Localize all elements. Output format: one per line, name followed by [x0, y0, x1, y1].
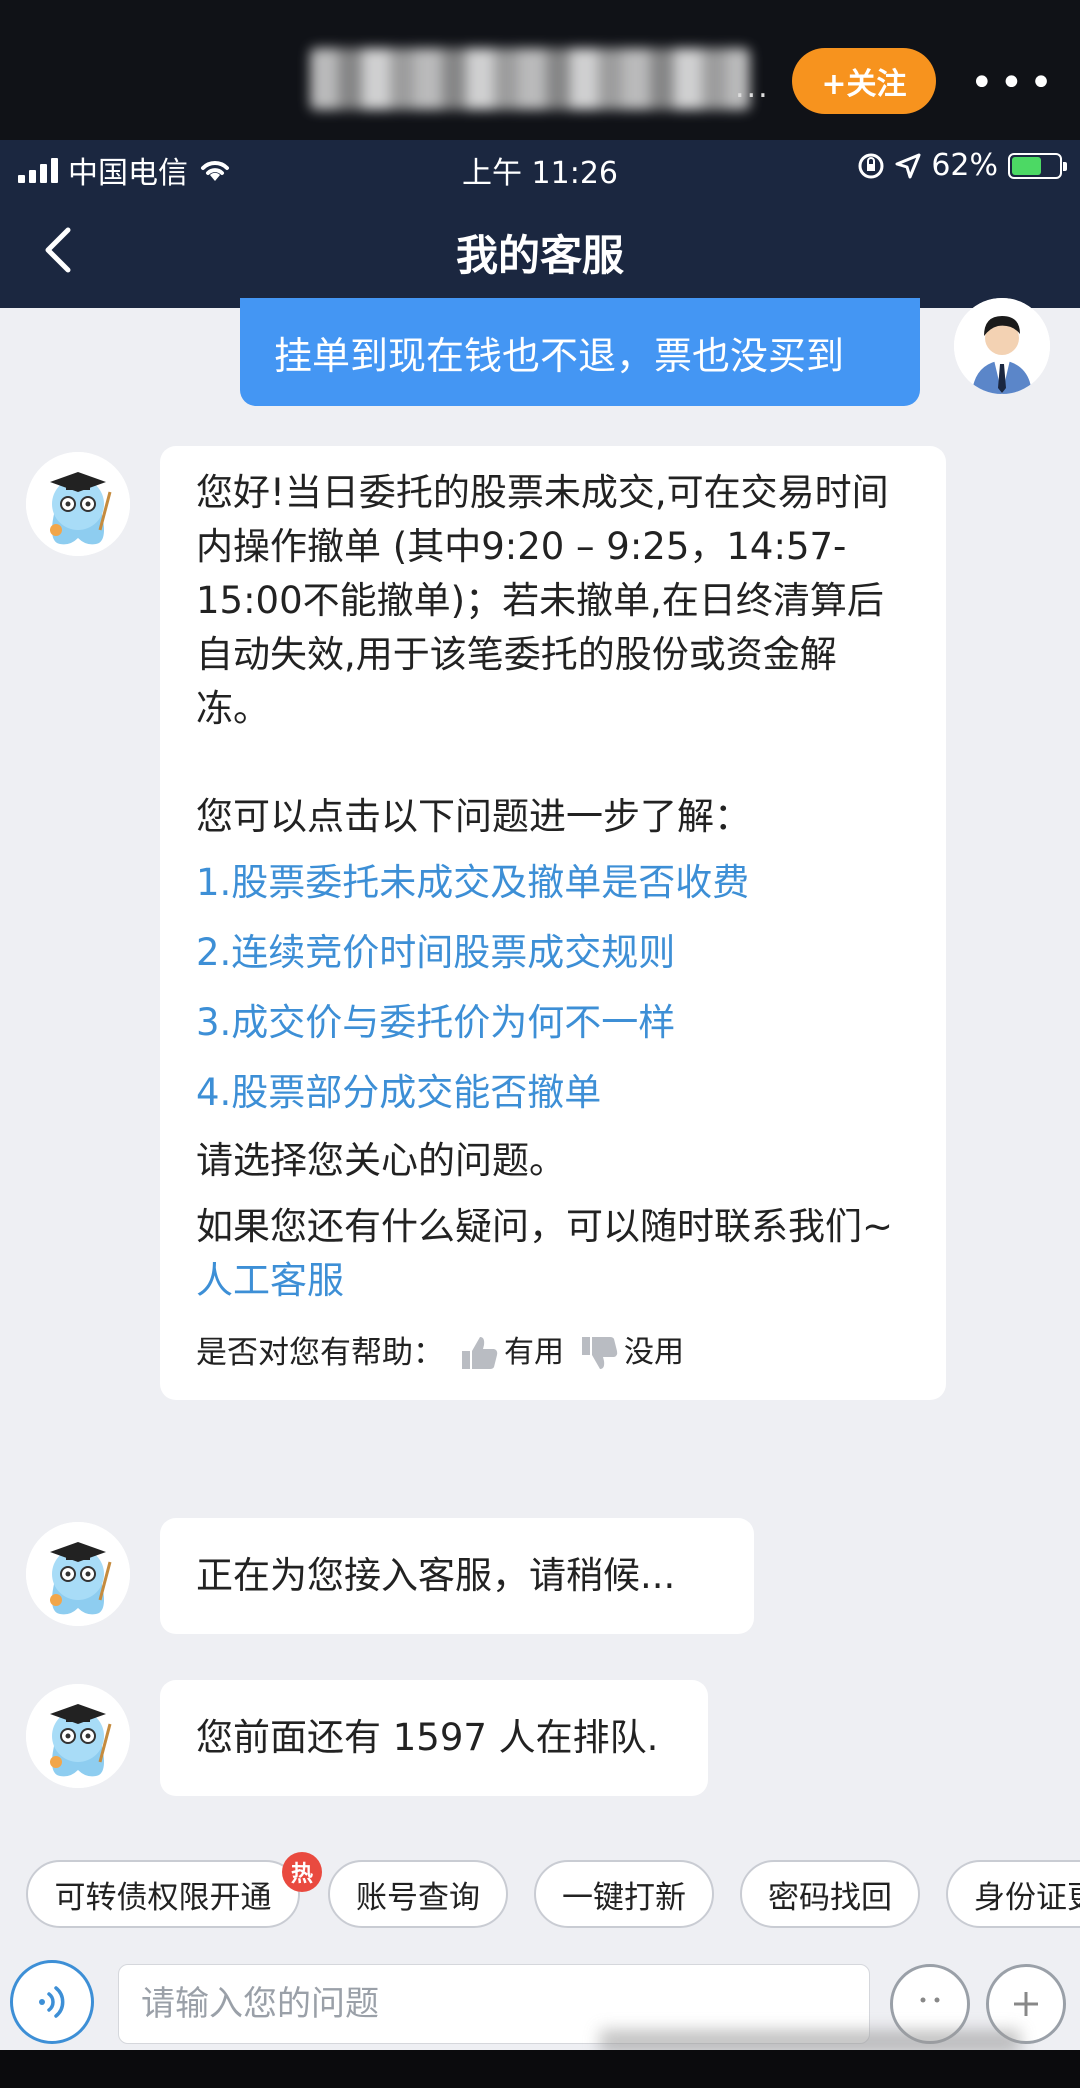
- hot-badge: 热: [282, 1852, 322, 1892]
- answer-intro-text: 您好!当日委托的股票未成交,可在交易时间内操作撤单 (其中9:20 – 9:25…: [196, 471, 889, 730]
- bot-message-queue: 您前面还有 1597 人在排队.: [160, 1680, 708, 1796]
- quick-reply-chip[interactable]: 可转债权限开通: [26, 1860, 300, 1928]
- quick-reply-bar: 可转债权限开通 热 账号查询 一键打新 密码找回 身份证更: [0, 1840, 1080, 1950]
- rotation-lock-icon: [858, 153, 884, 178]
- emoji-icon: [920, 1997, 940, 2003]
- user-message: 挂单到现在钱也不退，票也没买到: [240, 298, 920, 406]
- question-link[interactable]: 4.股票部分成交能否撤单: [196, 1058, 910, 1128]
- useful-label: 有用: [504, 1335, 564, 1370]
- quick-reply-chip[interactable]: 一键打新: [534, 1860, 714, 1928]
- location-icon: [895, 153, 921, 178]
- user-avatar: [954, 298, 1050, 394]
- plus-icon: [1014, 1992, 1038, 2016]
- more-prompt-text: 您可以点击以下问题进一步了解：: [196, 795, 751, 838]
- question-link[interactable]: 1.股票委托未成交及撤单是否收费: [196, 848, 910, 918]
- useless-button[interactable]: 没用: [580, 1326, 684, 1380]
- thumbs-up-icon: [462, 1337, 498, 1369]
- quick-reply-chip[interactable]: 账号查询: [328, 1860, 508, 1928]
- battery-icon: [1008, 152, 1067, 179]
- bot-avatar: [26, 1522, 130, 1626]
- voice-input-button[interactable]: [10, 1960, 94, 2044]
- battery-percent: 62%: [931, 148, 998, 183]
- quick-reply-chip[interactable]: 身份证更: [946, 1860, 1080, 1928]
- bot-message-connecting: 正在为您接入客服，请稍候...: [160, 1518, 754, 1634]
- question-link[interactable]: 2.连续竞价时间股票成交规则: [196, 918, 910, 988]
- bot-message-answer: 您好!当日委托的股票未成交,可在交易时间内操作撤单 (其中9:20 – 9:25…: [160, 446, 946, 1400]
- bot-avatar: [26, 1684, 130, 1788]
- nav-bar: 我的客服: [0, 192, 1080, 308]
- contact-text: 如果您还有什么疑问，可以随时联系我们~: [196, 1205, 894, 1248]
- contact-paragraph: 如果您还有什么疑问，可以随时联系我们~ 人工客服: [196, 1200, 910, 1308]
- thumbs-down-icon: [582, 1337, 618, 1369]
- choose-text: 请选择您关心的问题。: [196, 1139, 566, 1182]
- helpful-question: 是否对您有帮助：: [196, 1335, 444, 1371]
- name-ellipsis: ...: [735, 70, 770, 105]
- bottom-strip: [0, 2050, 1080, 2088]
- chat-area[interactable]: 挂单到现在钱也不退，票也没买到 您好!当日委托的股票未成交,可在交易时间内操作撤…: [0, 298, 1080, 1840]
- voice-wave-icon: [39, 1986, 65, 2018]
- status-bar: 中国电信 上午 11:26 62%: [0, 140, 1080, 192]
- question-link[interactable]: 3.成交价与委托价为何不一样: [196, 988, 910, 1058]
- page-title: 我的客服: [455, 231, 624, 280]
- quick-reply-chip[interactable]: 密码找回: [740, 1860, 920, 1928]
- more-options-icon[interactable]: •••: [970, 60, 1059, 106]
- useless-label: 没用: [624, 1335, 684, 1370]
- bot-avatar: [26, 452, 130, 556]
- feedback-row: 是否对您有帮助： 有用 没用: [196, 1326, 910, 1380]
- blurred-account-name: [310, 48, 750, 110]
- top-overlay-bar: ... +关注 •••: [0, 0, 1080, 140]
- useful-button[interactable]: 有用: [460, 1326, 564, 1380]
- human-service-link[interactable]: 人工客服: [196, 1259, 344, 1302]
- follow-button[interactable]: +关注: [792, 48, 936, 114]
